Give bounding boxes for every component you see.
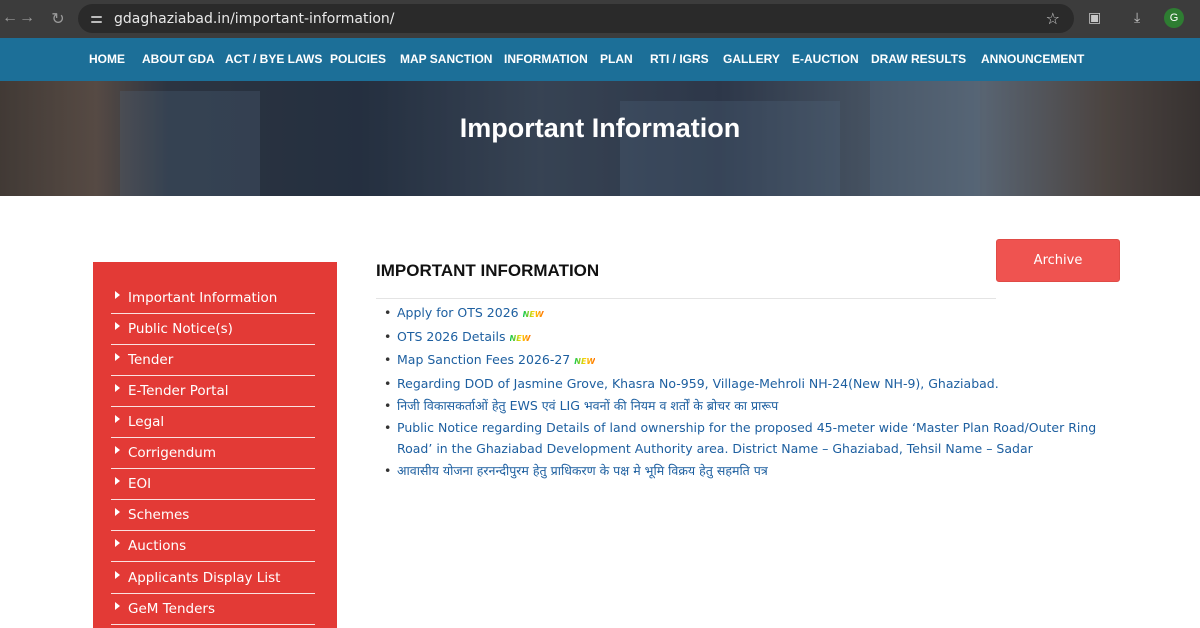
list-item-link[interactable]: निजी विकासकर्ताओं हेतु EWS एवं LIG भवनों… <box>397 398 778 413</box>
url-text[interactable]: gdaghaziabad.in/important-information/ <box>114 11 395 27</box>
list-item[interactable]: • आवासीय योजना हरनन्दीपुरम हेतु प्राधिकर… <box>384 460 1124 482</box>
sidebar-item-gem-tenders[interactable]: GeM Tenders <box>111 594 315 625</box>
forward-icon[interactable]: → <box>17 9 37 27</box>
reload-icon[interactable]: ↻ <box>48 9 68 29</box>
sidebar-item-applicants-display-list[interactable]: Applicants Display List <box>111 563 315 594</box>
nav-home[interactable]: HOME <box>89 38 125 81</box>
sidebar-item-label: EOI <box>128 476 152 492</box>
bullet: • <box>384 419 392 435</box>
bullet: • <box>384 462 392 478</box>
sidebar-menu: Important Information Public Notice(s) T… <box>93 262 337 628</box>
caret-right-icon <box>115 446 120 454</box>
new-badge: NEW <box>523 304 544 326</box>
sidebar-item-label: Important Information <box>128 290 278 306</box>
page-title: Important Information <box>459 113 741 143</box>
nav-policies[interactable]: POLICIES <box>330 38 386 81</box>
nav-draw-results[interactable]: DRAW RESULTS <box>871 38 966 81</box>
sidebar-item-label: E-Tender Portal <box>128 383 229 399</box>
list-item-link[interactable]: Apply for OTS 2026 <box>397 305 519 320</box>
sidebar-item-label: GeM Tenders <box>128 601 215 617</box>
nav-gallery[interactable]: GALLERY <box>723 38 780 81</box>
bullet: • <box>384 328 392 344</box>
caret-right-icon <box>115 477 120 485</box>
sidebar-item-eoi[interactable]: EOI <box>111 469 315 500</box>
archive-button[interactable]: Archive <box>996 239 1120 282</box>
sidebar-item-schemes[interactable]: Schemes <box>111 500 315 531</box>
caret-right-icon <box>115 415 120 423</box>
sidebar-item-tender[interactable]: Tender <box>111 345 315 376</box>
lens-search-icon[interactable]: ▣ <box>1088 9 1101 26</box>
sidebar-item-public-notices[interactable]: Public Notice(s) <box>111 314 315 345</box>
list-item[interactable]: • Regarding DOD of Jasmine Grove, Khasra… <box>384 373 1124 395</box>
list-item-link[interactable]: OTS 2026 Details <box>397 329 506 344</box>
main-navigation: HOME ABOUT GDA ACT / BYE LAWS POLICIES M… <box>0 38 1200 81</box>
nav-plan[interactable]: PLAN <box>600 38 633 81</box>
sidebar-item-label: Legal <box>128 414 165 430</box>
nav-e-auction[interactable]: E-AUCTION <box>792 38 859 81</box>
profile-avatar[interactable]: G <box>1164 8 1184 28</box>
bookmark-star-icon[interactable]: ☆ <box>1046 9 1060 29</box>
sidebar-item-label: Schemes <box>128 507 190 523</box>
sidebar-item-label: Tender <box>128 352 174 368</box>
caret-right-icon <box>115 539 120 547</box>
sidebar-item-label: Applicants Display List <box>128 570 281 586</box>
nav-map-sanction[interactable]: MAP SANCTION <box>400 38 492 81</box>
list-item[interactable]: • निजी विकासकर्ताओं हेतु EWS एवं LIG भवन… <box>384 395 1124 417</box>
bullet: • <box>384 305 392 320</box>
browser-toolbar: ← → ↻ gdaghaziabad.in/important-informat… <box>0 0 1200 38</box>
heading-divider <box>376 298 996 299</box>
caret-right-icon <box>115 571 120 579</box>
nav-announcement[interactable]: ANNOUNCEMENT <box>981 38 1084 81</box>
nav-about-gda[interactable]: ABOUT GDA <box>142 38 215 81</box>
sidebar-item-label: Public Notice(s) <box>128 321 233 337</box>
bullet: • <box>384 376 392 392</box>
information-list: • Apply for OTS 2026 NEW • OTS 2026 Detai… <box>384 302 1124 482</box>
sidebar-item-legal[interactable]: Legal <box>111 407 315 438</box>
address-bar[interactable]: gdaghaziabad.in/important-information/ ☆ <box>78 4 1074 33</box>
new-badge: NEW <box>574 351 595 373</box>
bullet: • <box>384 352 392 368</box>
list-item-link[interactable]: Public Notice regarding Details of land … <box>397 420 1096 457</box>
list-item-link[interactable]: Regarding DOD of Jasmine Grove, Khasra N… <box>397 376 999 391</box>
caret-right-icon <box>115 384 120 392</box>
sidebar-item-e-tender-portal[interactable]: E-Tender Portal <box>111 376 315 407</box>
sidebar-item-important-information[interactable]: Important Information <box>111 283 315 314</box>
list-item[interactable]: • Public Notice regarding Details of lan… <box>384 417 1124 460</box>
page-banner: Important Information <box>0 81 1200 196</box>
section-heading: IMPORTANT INFORMATION <box>376 261 600 280</box>
site-info-icon[interactable] <box>90 12 104 26</box>
nav-information[interactable]: INFORMATION <box>504 38 588 81</box>
bullet: • <box>384 397 392 413</box>
list-item[interactable]: • Map Sanction Fees 2026-27 NEW <box>384 349 1124 373</box>
caret-right-icon <box>115 291 120 299</box>
download-icon[interactable]: ⤓ <box>1134 9 1140 26</box>
list-item-link[interactable]: आवासीय योजना हरनन्दीपुरम हेतु प्राधिकरण … <box>397 463 768 478</box>
caret-right-icon <box>115 322 120 330</box>
caret-right-icon <box>115 353 120 361</box>
nav-rti-igrs[interactable]: RTI / IGRS <box>650 38 709 81</box>
list-item-link[interactable]: Map Sanction Fees 2026-27 <box>397 352 570 367</box>
sidebar-item-label: Auctions <box>128 538 187 554</box>
caret-right-icon <box>115 508 120 516</box>
caret-right-icon <box>115 602 120 610</box>
sidebar-item-corrigendum[interactable]: Corrigendum <box>111 438 315 469</box>
sidebar-item-label: Corrigendum <box>128 445 217 461</box>
new-badge: NEW <box>510 328 531 350</box>
list-item[interactable]: • OTS 2026 Details NEW <box>384 326 1124 350</box>
sidebar-item-auctions[interactable]: Auctions <box>111 531 315 562</box>
list-item[interactable]: • Apply for OTS 2026 NEW <box>384 302 1124 326</box>
nav-act-bye-laws[interactable]: ACT / BYE LAWS <box>225 38 322 81</box>
